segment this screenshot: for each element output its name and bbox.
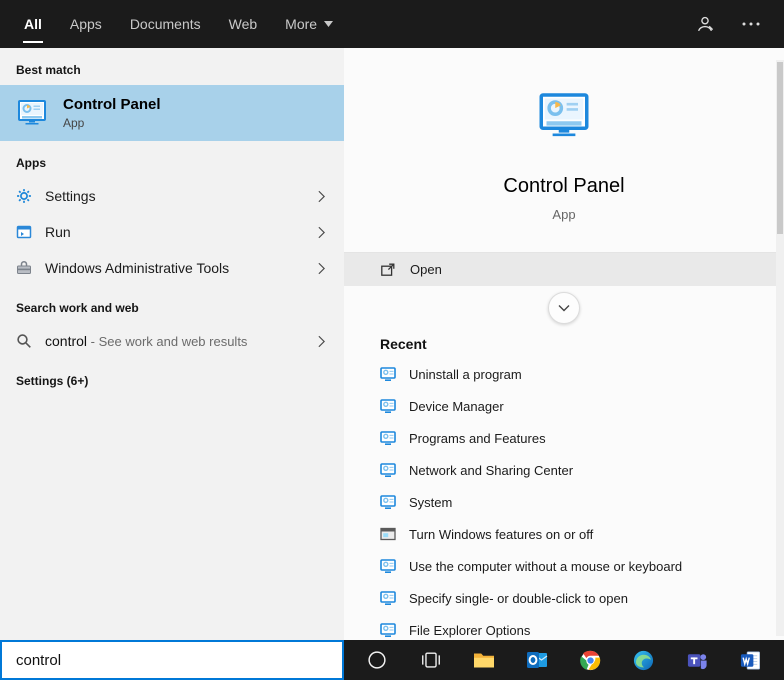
recent-item-label: Specify single- or double-click to open — [409, 590, 628, 606]
header-actions — [694, 0, 784, 48]
recent-item-label: Network and Sharing Center — [409, 462, 574, 478]
recent-item-label: Use the computer without a mouse or keyb… — [409, 558, 683, 574]
expand-chevron-icon[interactable] — [312, 223, 330, 241]
tab-web-label: Web — [228, 16, 258, 32]
tab-more-label: More — [285, 16, 318, 32]
search-header: All Apps Documents Web More — [0, 0, 784, 48]
recent-item[interactable]: Use the computer without a mouse or keyb… — [344, 550, 784, 582]
web-search-suffix: - See work and web results — [87, 334, 248, 349]
word-icon[interactable] — [731, 640, 771, 680]
result-item-label: Windows Administrative Tools — [45, 260, 230, 276]
task-view-icon[interactable] — [411, 640, 451, 680]
expand-actions-button[interactable] — [548, 292, 580, 324]
result-item-run[interactable]: Run — [0, 214, 344, 250]
control-panel-mini-icon — [380, 398, 396, 414]
expand-chevron-icon[interactable] — [312, 187, 330, 205]
result-item-settings[interactable]: Settings — [0, 178, 344, 214]
tab-apps[interactable]: Apps — [56, 0, 116, 48]
tab-documents-label: Documents — [129, 16, 201, 32]
open-label: Open — [410, 262, 442, 277]
toolbox-icon — [16, 260, 32, 276]
recent-section-label: Recent — [380, 336, 427, 352]
open-action[interactable]: Open — [344, 253, 784, 286]
recent-item[interactable]: Specify single- or double-click to open — [344, 582, 784, 614]
settings-section-label: Settings (6+) — [16, 374, 89, 388]
preview-panel: Control Panel App Open Recent Uninstall … — [344, 48, 784, 640]
control-panel-icon-large — [536, 88, 592, 144]
result-item-admin-tools[interactable]: Windows Administrative Tools — [0, 250, 344, 286]
control-panel-mini-icon — [380, 430, 396, 446]
search-input[interactable] — [2, 642, 342, 678]
edge-icon[interactable] — [624, 640, 664, 680]
tab-web[interactable]: Web — [215, 0, 272, 48]
result-item-web-search[interactable]: control - See work and web results — [0, 323, 344, 359]
tab-documents[interactable]: Documents — [116, 0, 215, 48]
recent-item[interactable]: Uninstall a program — [344, 358, 784, 390]
bottom-bar — [0, 640, 784, 680]
recent-item-label: Programs and Features — [409, 430, 546, 446]
gear-icon — [16, 188, 32, 204]
expand-chevron-icon[interactable] — [312, 259, 330, 277]
recent-item[interactable]: File Explorer Options — [344, 614, 784, 640]
taskbar — [344, 640, 784, 680]
apps-section-label: Apps — [16, 156, 46, 170]
tab-all[interactable]: All — [10, 0, 56, 48]
search-filter-tabs: All Apps Documents Web More — [0, 0, 347, 48]
result-item-label: Settings — [45, 188, 96, 204]
recent-item[interactable]: Device Manager — [344, 390, 784, 422]
dropdown-caret-icon — [324, 21, 334, 27]
feedback-icon[interactable] — [694, 13, 716, 35]
app-header: Control Panel App — [344, 48, 784, 222]
results-panel: Best match Control Panel App Apps Settin… — [0, 48, 344, 640]
scrollbar-thumb[interactable] — [777, 62, 783, 234]
chrome-icon[interactable] — [571, 640, 611, 680]
expand-chevron-icon[interactable] — [312, 332, 330, 350]
scrollbar-track[interactable] — [776, 60, 784, 636]
app-subtitle: App — [552, 207, 576, 222]
best-match-text: Control Panel App — [63, 96, 161, 130]
cortana-icon[interactable] — [357, 640, 397, 680]
web-search-text: control - See work and web results — [45, 333, 247, 349]
windows-features-icon — [380, 526, 396, 542]
recent-item-label: Device Manager — [409, 398, 504, 414]
web-search-query: control — [45, 333, 88, 349]
more-options-icon[interactable] — [740, 13, 762, 35]
control-panel-mini-icon — [380, 590, 396, 606]
control-panel-mini-icon — [380, 622, 396, 638]
teams-icon[interactable] — [677, 640, 717, 680]
web-section-label: Search work and web — [16, 301, 139, 315]
app-title: Control Panel — [503, 175, 625, 197]
control-panel-mini-icon — [380, 366, 396, 382]
best-match-subtitle: App — [63, 116, 85, 130]
recent-item[interactable]: Programs and Features — [344, 422, 784, 454]
result-item-label: Run — [45, 224, 71, 240]
best-match-item[interactable]: Control Panel App — [0, 85, 344, 141]
taskbar-search-box — [0, 640, 344, 680]
app-window-icon — [16, 224, 32, 240]
recent-item-label: Turn Windows features on or off — [409, 526, 594, 542]
recent-item-label: File Explorer Options — [409, 622, 531, 638]
outlook-icon[interactable] — [517, 640, 557, 680]
best-match-title: Control Panel — [63, 96, 161, 113]
control-panel-mini-icon — [380, 462, 396, 478]
recent-item-label: System — [409, 494, 453, 510]
chevron-down-icon — [556, 300, 572, 316]
recent-item-label: Uninstall a program — [409, 366, 522, 382]
recent-item[interactable]: System — [344, 486, 784, 518]
control-panel-icon — [16, 97, 48, 129]
tab-more[interactable]: More — [271, 0, 347, 48]
open-icon — [380, 262, 396, 278]
recent-item[interactable]: Network and Sharing Center — [344, 454, 784, 486]
tab-all-label: All — [24, 16, 42, 32]
control-panel-mini-icon — [380, 494, 396, 510]
tab-apps-label: Apps — [69, 16, 102, 32]
recent-item[interactable]: Turn Windows features on or off — [344, 518, 784, 550]
file-explorer-icon[interactable] — [464, 640, 504, 680]
control-panel-mini-icon — [380, 558, 396, 574]
best-match-section-label: Best match — [16, 63, 81, 77]
windows-search-panel: All Apps Documents Web More Best match C… — [0, 0, 784, 680]
search-icon — [16, 333, 32, 349]
